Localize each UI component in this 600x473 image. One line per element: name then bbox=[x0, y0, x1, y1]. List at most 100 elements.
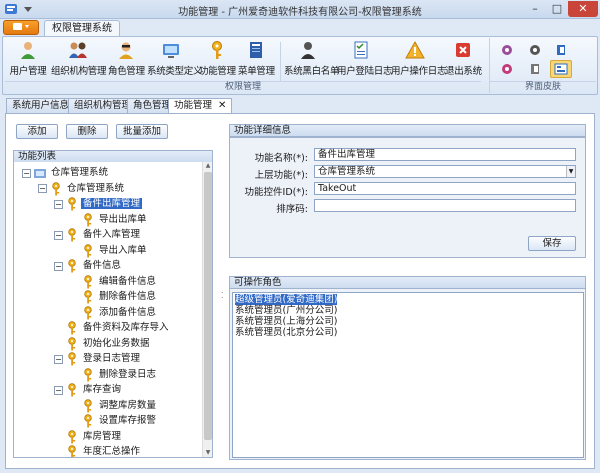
control-id-label: 功能控件ID(*): bbox=[244, 187, 308, 198]
skin-gray-button[interactable] bbox=[526, 61, 544, 77]
tree-node-label: 备件信息 bbox=[83, 260, 122, 271]
role-management-button[interactable]: 角色管理 bbox=[108, 40, 145, 80]
close-tab-icon[interactable]: ✕ bbox=[218, 100, 226, 111]
tree-node[interactable]: 初始化业务数据 bbox=[54, 336, 152, 351]
key-icon bbox=[68, 197, 76, 211]
window-title: 功能管理 - 广州爱奇迪软件科技有限公司-权限管理系统 bbox=[178, 7, 422, 18]
role-item[interactable]: 系统管理员(北京分公司) bbox=[235, 327, 337, 338]
tree-node[interactable]: 库房管理 bbox=[54, 429, 123, 444]
application-menu-icon bbox=[13, 23, 29, 30]
control-id-field[interactable]: TakeOut bbox=[314, 182, 576, 195]
batch-add-button[interactable]: 批量添加 bbox=[116, 124, 168, 139]
menu-management-button[interactable]: 菜单管理 bbox=[238, 40, 275, 80]
function-detail-panel: 功能名称(*): 备件出库管理 上层功能(*): 仓库管理系统 ▼ 功能控件ID… bbox=[229, 137, 586, 258]
key-icon bbox=[68, 228, 76, 242]
tree-node[interactable]: 删除登录日志 bbox=[70, 367, 158, 382]
skin-black-button[interactable] bbox=[498, 42, 516, 58]
tab-function-management[interactable]: 功能管理 ✕ bbox=[168, 98, 233, 114]
skin-selected-button[interactable] bbox=[550, 60, 572, 78]
tree-node-label: 登录日志管理 bbox=[83, 353, 141, 364]
delete-button[interactable]: 删除 bbox=[66, 124, 108, 139]
tree-node[interactable]: 添加备件信息 bbox=[70, 305, 158, 320]
role-list[interactable]: 超级管理员(爱奇迪集团) 系统管理员(广州分公司) 系统管理员(上海分公司) 系… bbox=[232, 292, 584, 458]
skin-silver-icon bbox=[502, 64, 512, 74]
tree-node-label: 添加备件信息 bbox=[99, 306, 157, 318]
window-controls: – □ ✕ bbox=[524, 1, 598, 17]
add-button[interactable]: 添加 bbox=[16, 124, 58, 139]
minimize-button[interactable]: – bbox=[524, 1, 546, 17]
tree-node[interactable]: − 备件入库管理 bbox=[54, 228, 142, 242]
skin-silver-button[interactable] bbox=[498, 61, 516, 77]
tree-node-label: 导出出库单 bbox=[99, 213, 147, 225]
tab-system-users[interactable]: 系统用户信息 bbox=[6, 98, 76, 113]
ribbon-group-label: 权限管理 bbox=[5, 81, 481, 93]
tree-node[interactable]: − 备件信息 bbox=[54, 259, 123, 273]
organization-icon bbox=[69, 42, 87, 58]
tree-node[interactable]: 导出出库单 bbox=[70, 212, 149, 227]
ribbon-group-skin: 界面皮肤 bbox=[489, 38, 596, 93]
collapse-icon[interactable]: − bbox=[54, 354, 63, 364]
dropdown-arrow-icon[interactable]: ▼ bbox=[566, 166, 575, 177]
tree-node[interactable]: 设置库存报警 bbox=[70, 414, 158, 428]
function-tree: − 仓库管理系统 − 仓库管理系统 − 备件出库管理 导出出库单 − 备件入库管理 导出入库单 − 备… bbox=[13, 162, 213, 458]
operation-log-button[interactable]: 用户操作日志 bbox=[391, 40, 447, 80]
blacklist-user-icon bbox=[301, 42, 315, 59]
collapse-icon[interactable]: − bbox=[54, 385, 63, 395]
role-item[interactable]: 系统管理员(广州分公司) bbox=[235, 305, 337, 316]
blacklist-button[interactable]: 系统黑白名单 bbox=[284, 40, 340, 80]
login-log-button[interactable]: 用户登陆日志 bbox=[337, 40, 393, 80]
tree-node[interactable]: − 库存查询 bbox=[54, 383, 123, 397]
parent-function-label: 上层功能(*): bbox=[254, 170, 308, 181]
skin-office-icon bbox=[557, 45, 565, 55]
tree-node[interactable]: 删除备件信息 bbox=[70, 290, 158, 304]
tree-node[interactable]: 编辑备件信息 bbox=[70, 274, 158, 289]
tree-node[interactable]: 年度汇总操作 bbox=[54, 445, 142, 457]
sort-code-field[interactable] bbox=[314, 199, 576, 212]
exit-system-label: 退出系统 bbox=[445, 66, 482, 77]
parent-function-value: 仓库管理系统 bbox=[318, 166, 376, 177]
tree-scrollbar[interactable]: ▲ ▼ bbox=[202, 162, 212, 457]
title-bar: 功能管理 - 广州爱奇迪软件科技有限公司-权限管理系统 – □ ✕ bbox=[0, 0, 600, 19]
skin-blue-button[interactable] bbox=[526, 42, 544, 58]
maximize-button[interactable]: □ bbox=[546, 1, 568, 17]
tree-node[interactable]: − 仓库管理系统 bbox=[38, 181, 126, 196]
tree-node[interactable]: − 仓库管理系统 bbox=[22, 166, 110, 180]
skin-office-button[interactable] bbox=[552, 42, 570, 58]
user-management-label: 用户管理 bbox=[9, 66, 47, 77]
panel-splitter[interactable]: ⁚ bbox=[221, 292, 224, 300]
tree-node[interactable]: − 登录日志管理 bbox=[54, 352, 142, 366]
save-button[interactable]: 保存 bbox=[528, 236, 576, 251]
ribbon-tab-permission-system[interactable]: 权限管理系统 bbox=[44, 20, 120, 36]
role-item[interactable]: 超级管理员(爱奇迪集团) bbox=[233, 293, 339, 306]
tree-node[interactable]: 导出入库单 bbox=[70, 243, 149, 258]
key-icon bbox=[212, 41, 222, 59]
collapse-icon[interactable]: − bbox=[54, 261, 63, 271]
skin-gray-icon bbox=[531, 64, 539, 74]
function-name-label: 功能名称(*): bbox=[254, 153, 308, 164]
parent-function-select[interactable]: 仓库管理系统 ▼ bbox=[314, 165, 576, 178]
role-management-label: 角色管理 bbox=[108, 66, 145, 77]
scroll-thumb[interactable] bbox=[204, 172, 212, 440]
tree-node-label: 年度汇总操作 bbox=[83, 446, 141, 457]
function-management-button[interactable]: 功能管理 bbox=[199, 40, 236, 80]
org-management-button[interactable]: 组织机构管理 bbox=[51, 40, 107, 80]
operation-log-label: 用户操作日志 bbox=[391, 66, 447, 77]
role-item[interactable]: 系统管理员(上海分公司) bbox=[235, 316, 337, 327]
org-management-label: 组织机构管理 bbox=[51, 66, 107, 77]
tree-node[interactable]: 调整库房数量 bbox=[70, 398, 158, 413]
scroll-down-icon[interactable]: ▼ bbox=[203, 449, 212, 457]
function-name-field[interactable]: 备件出库管理 bbox=[314, 148, 576, 161]
exit-system-button[interactable]: 退出系统 bbox=[445, 40, 482, 80]
user-management-button[interactable]: 用户管理 bbox=[9, 40, 47, 80]
application-button[interactable] bbox=[3, 20, 39, 35]
scroll-up-icon[interactable]: ▲ bbox=[203, 162, 212, 171]
key-icon bbox=[68, 445, 76, 457]
close-button[interactable]: ✕ bbox=[568, 1, 598, 17]
collapse-icon[interactable]: − bbox=[38, 184, 47, 193]
tree-node[interactable]: 备件资料及库存导入 bbox=[54, 321, 171, 335]
collapse-icon[interactable]: − bbox=[54, 230, 63, 240]
tree-node[interactable]: − 备件出库管理 bbox=[54, 197, 143, 211]
collapse-icon[interactable]: − bbox=[22, 168, 31, 178]
system-type-button[interactable]: 系统类型定义 bbox=[147, 40, 203, 80]
collapse-icon[interactable]: − bbox=[54, 199, 63, 209]
